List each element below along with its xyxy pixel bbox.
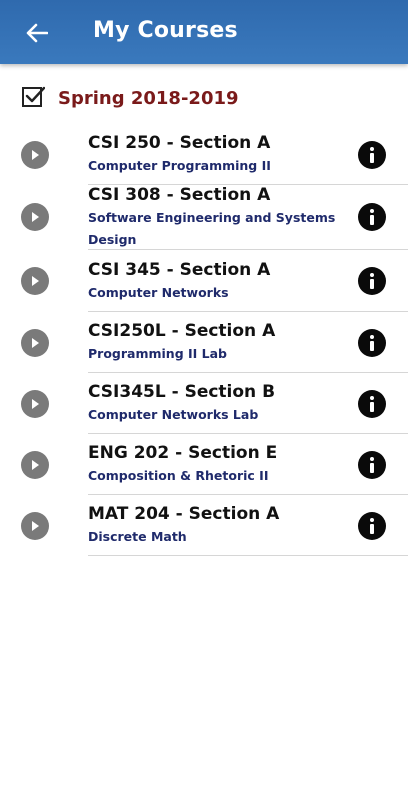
info-icon[interactable] [358,451,386,479]
term-header[interactable]: Spring 2018-2019 [0,80,408,116]
play-icon[interactable] [21,512,49,540]
arrow-left-icon [26,23,48,43]
course-item[interactable]: CSI345L - Section B Computer Networks La… [0,373,408,434]
course-name: Computer Networks Lab [88,407,259,422]
term-label: Spring 2018-2019 [58,88,239,109]
play-icon[interactable] [21,329,49,357]
info-icon[interactable] [358,141,386,169]
app-bar: My Courses [0,0,408,64]
course-list: CSI 250 - Section A Computer Programming… [0,124,408,556]
info-icon[interactable] [358,390,386,418]
course-name: Software Engineering and Systems Design [88,210,336,247]
checkbox-checked-icon [22,86,45,107]
course-name: Computer Programming II [88,158,271,173]
course-code: CSI 250 - Section A [88,133,271,153]
course-item[interactable]: CSI 308 - Section A Software Engineering… [0,185,408,250]
play-icon[interactable] [21,451,49,479]
course-item[interactable]: CSI 250 - Section A Computer Programming… [0,124,408,185]
course-code: ENG 202 - Section E [88,443,278,463]
course-item[interactable]: CSI250L - Section A Programming II Lab [0,312,408,373]
info-icon[interactable] [358,329,386,357]
divider [88,555,408,556]
play-icon[interactable] [21,141,49,169]
course-name: Composition & Rhetoric II [88,468,269,483]
course-item[interactable]: CSI 345 - Section A Computer Networks [0,250,408,312]
course-name: Discrete Math [88,529,187,544]
info-icon[interactable] [358,512,386,540]
course-code: CSI 345 - Section A [88,260,271,280]
play-icon[interactable] [21,267,49,295]
course-code: MAT 204 - Section A [88,504,280,524]
page-title: My Courses [93,18,238,43]
play-icon[interactable] [21,390,49,418]
info-icon[interactable] [358,267,386,295]
play-icon[interactable] [21,203,49,231]
course-code: CSI250L - Section A [88,321,276,341]
course-item[interactable]: ENG 202 - Section E Composition & Rhetor… [0,434,408,495]
course-name: Programming II Lab [88,346,227,361]
course-name: Computer Networks [88,285,229,300]
course-code: CSI345L - Section B [88,382,276,402]
back-button[interactable] [22,18,52,48]
course-code: CSI 308 - Section A [88,185,271,205]
course-item[interactable]: MAT 204 - Section A Discrete Math [0,495,408,556]
info-icon[interactable] [358,203,386,231]
